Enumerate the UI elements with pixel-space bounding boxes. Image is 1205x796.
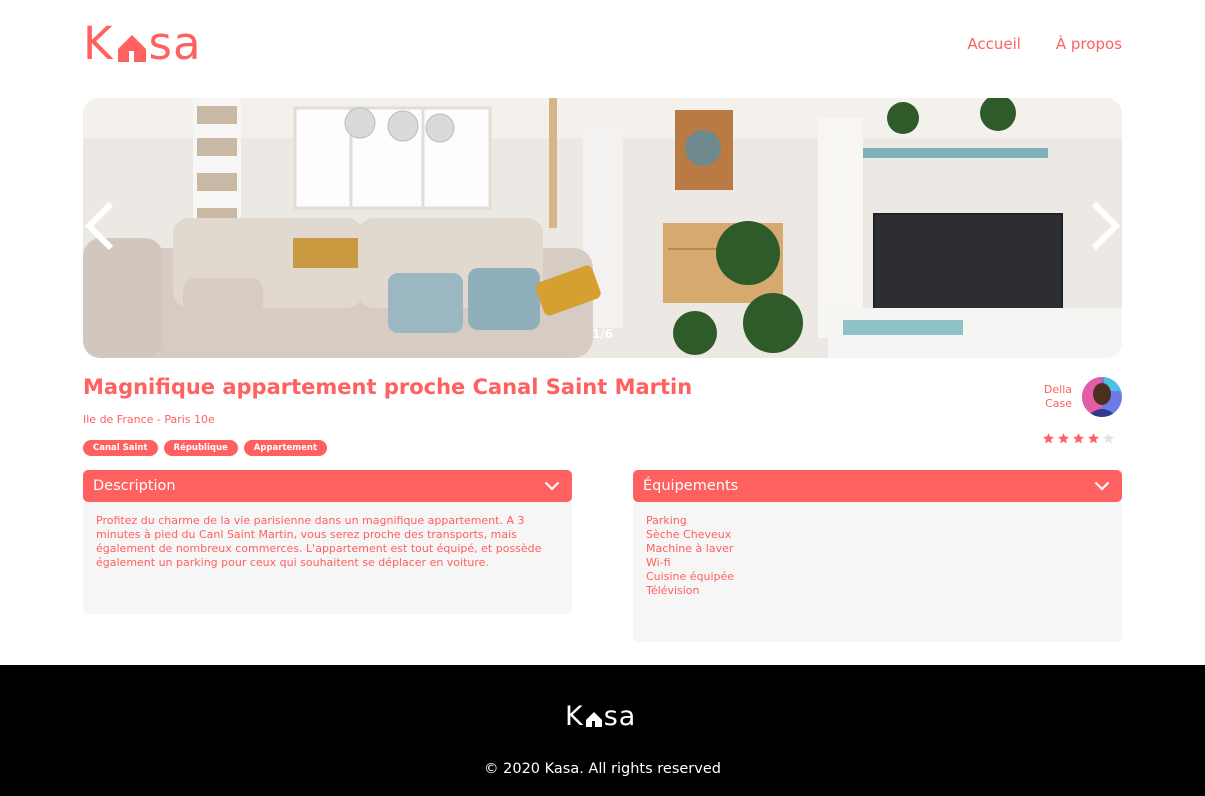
tag: Appartement: [243, 440, 328, 456]
footer-logo-letters-sa: sa: [603, 701, 637, 732]
host-first-name: Della: [1043, 383, 1072, 396]
star-filled-icon: [1058, 433, 1069, 444]
slide-counter: 1/6: [591, 327, 614, 341]
star-filled-icon: [1088, 433, 1099, 444]
chevron-down-icon[interactable]: [544, 481, 560, 491]
house-icon: [585, 712, 602, 727]
description-toggle[interactable]: Description: [83, 470, 572, 502]
copyright-text: © 2020 Kasa. All rights reserved: [484, 761, 721, 777]
star-empty-icon: [1103, 433, 1114, 444]
equipments-toggle[interactable]: Équipements: [633, 470, 1122, 502]
host-info: Della Case: [1044, 377, 1122, 417]
star-rating: [1042, 432, 1115, 445]
nav-link-accueil[interactable]: Accueil: [967, 35, 1021, 53]
list-item: Machine à laver: [646, 542, 734, 555]
site-footer: K sa © 2020 Kasa. All rights reserved: [0, 665, 1205, 796]
description-text: Profitez du charme de la vie parisienne …: [96, 514, 542, 569]
tag-list: Canal Saint République Appartement: [83, 440, 328, 456]
tag: République: [163, 440, 238, 456]
photo-carousel: 1/6: [83, 98, 1122, 358]
avatar: [1082, 377, 1122, 417]
host-last-name: Case: [1045, 397, 1072, 410]
equipments-title: Équipements: [643, 478, 739, 494]
logo-letters-sa: sa: [148, 17, 202, 70]
next-arrow-icon[interactable]: [1086, 198, 1122, 254]
list-item: Télévision: [646, 584, 700, 597]
description-title: Description: [93, 478, 176, 494]
equipments-collapse: Équipements Parking Sèche Cheveux Machin…: [633, 470, 1122, 642]
nav-link-a-propos[interactable]: À propos: [1056, 35, 1122, 53]
host-name: Della Case: [1044, 383, 1072, 411]
listing-location: Ile de France - Paris 10e: [83, 413, 215, 426]
list-item: Sèche Cheveux: [646, 528, 732, 541]
apartment-photo: [83, 98, 1122, 358]
star-filled-icon: [1043, 433, 1054, 444]
equipments-body: Parking Sèche Cheveux Machine à laver Wi…: [633, 502, 1122, 642]
list-item: Wi-fi: [646, 556, 671, 569]
chevron-down-icon[interactable]: [1094, 481, 1110, 491]
list-item: Parking: [646, 514, 687, 527]
footer-logo: K sa: [565, 703, 636, 731]
footer-logo-letter-k: K: [565, 701, 584, 732]
star-filled-icon: [1073, 433, 1084, 444]
tag: Canal Saint: [83, 440, 158, 456]
logo-letter-k: K: [83, 17, 114, 70]
kasa-logo[interactable]: K sa: [83, 17, 202, 70]
previous-arrow-icon[interactable]: [83, 198, 119, 254]
site-header: K sa Accueil À propos: [83, 17, 1122, 70]
main-nav: Accueil À propos: [967, 35, 1122, 53]
listing-title: Magnifique appartement proche Canal Sain…: [83, 375, 693, 399]
description-body: Profitez du charme de la vie parisienne …: [83, 502, 572, 614]
description-collapse: Description Profitez du charme de la vie…: [83, 470, 572, 614]
house-icon: [117, 35, 146, 62]
list-item: Cuisine équipée: [646, 570, 735, 583]
